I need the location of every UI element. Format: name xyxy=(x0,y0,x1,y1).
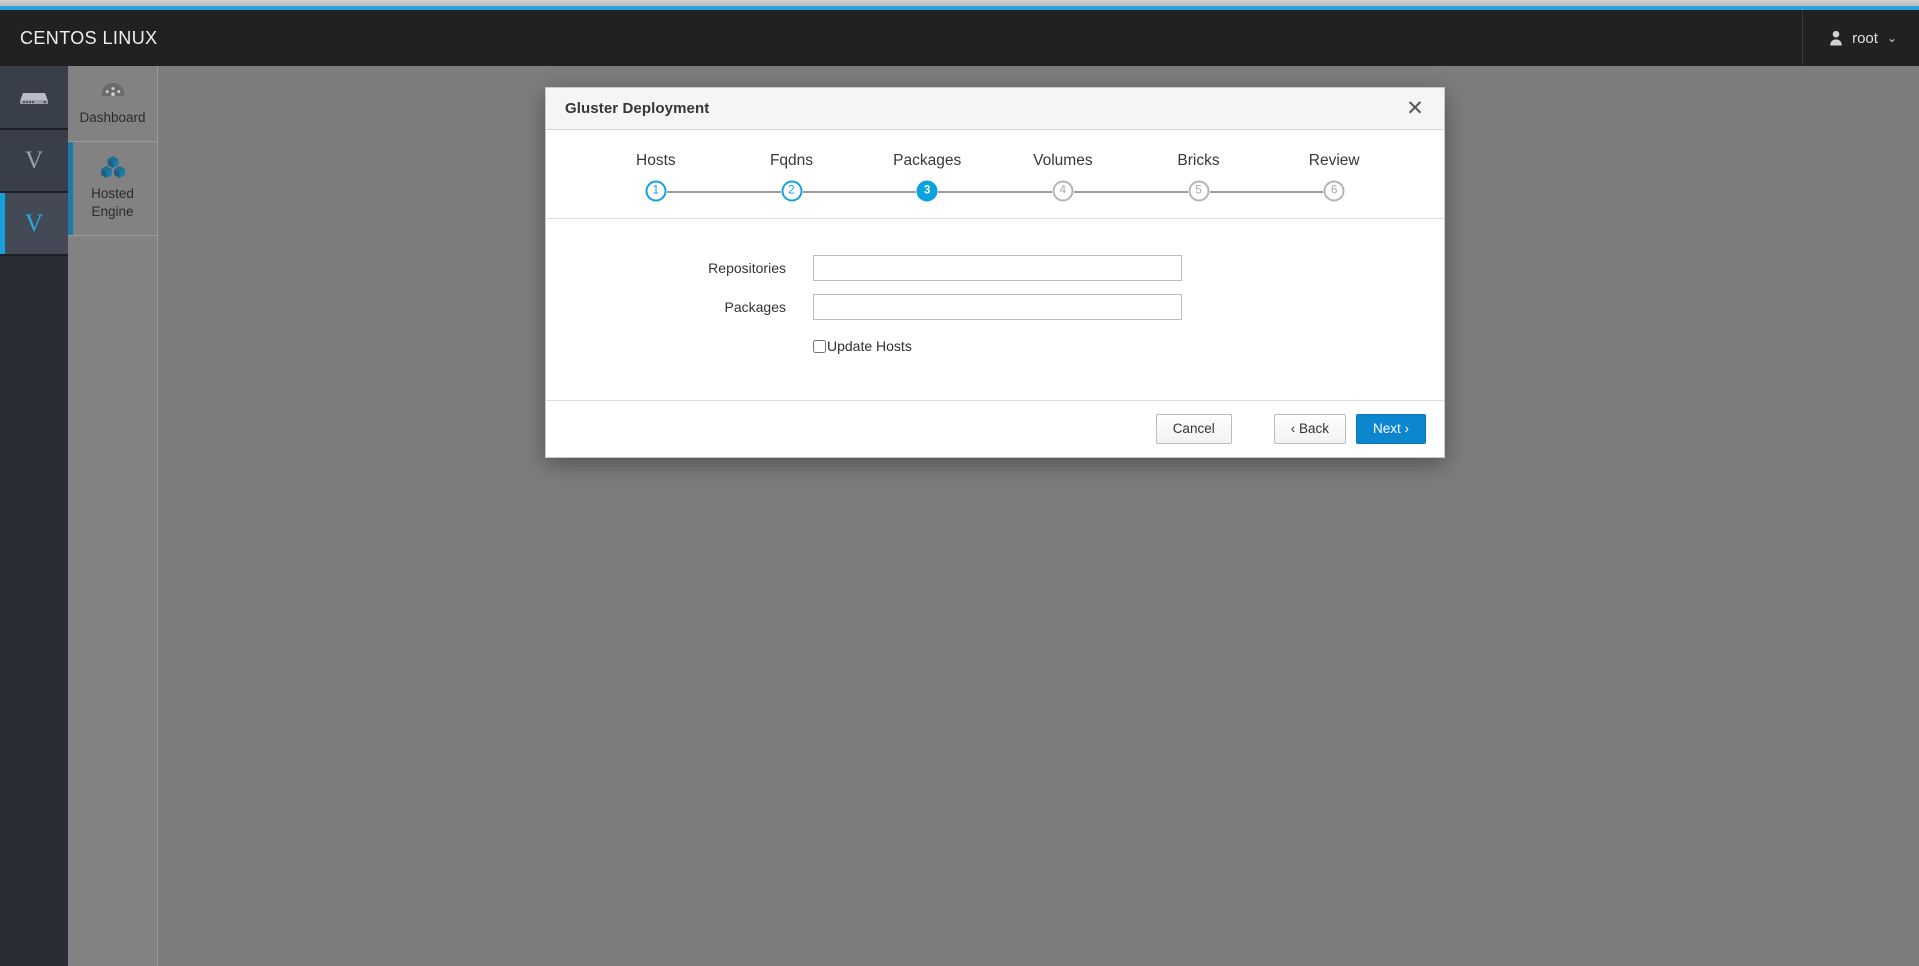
person-icon xyxy=(1829,30,1843,46)
wizard-step-volumes[interactable]: Volumes 4 xyxy=(995,152,1131,202)
wizard-step-number[interactable]: 5 xyxy=(1188,181,1209,202)
wizard-step-packages[interactable]: Packages 3 xyxy=(859,152,995,202)
step-connector-left xyxy=(995,191,1052,193)
dialog-title: Gluster Deployment xyxy=(565,100,709,117)
dialog-header: Gluster Deployment ✕ xyxy=(546,88,1444,130)
wizard-step-label: Volumes xyxy=(995,152,1131,170)
wizard-steps-track: Hosts 1 Fqdns 2 Packag xyxy=(546,152,1444,202)
repositories-row: Repositories xyxy=(546,255,1444,281)
wizard-step-bricks[interactable]: Bricks 5 xyxy=(1131,152,1267,202)
update-hosts-label[interactable]: Update Hosts xyxy=(827,338,912,354)
wizard-steps: Hosts 1 Fqdns 2 Packag xyxy=(546,130,1444,219)
step-connector-left xyxy=(1266,191,1323,193)
step-connector-left xyxy=(859,191,916,193)
chevron-down-icon: ⌄ xyxy=(1887,31,1897,45)
wizard-step-label: Bricks xyxy=(1131,152,1267,170)
wizard-step-number[interactable]: 6 xyxy=(1324,181,1345,202)
wizard-step-hosts[interactable]: Hosts 1 xyxy=(588,152,724,202)
wizard-step-review[interactable]: Review 6 xyxy=(1266,152,1402,202)
dialog-body: Repositories Packages Update Hosts xyxy=(546,219,1444,400)
user-menu[interactable]: root ⌄ xyxy=(1802,10,1919,66)
rail-item-virt[interactable]: V xyxy=(0,130,68,193)
wizard-step-label: Packages xyxy=(859,152,995,170)
secondary-nav: Dashboard Ho xyxy=(68,66,158,966)
step-connector-right xyxy=(938,191,995,193)
step-connector-right xyxy=(667,191,724,193)
dashboard-gauge-icon xyxy=(74,78,151,104)
server-icon xyxy=(19,88,49,106)
rail-item-virt-active[interactable]: V xyxy=(0,193,68,256)
sidebar-item-dashboard[interactable]: Dashboard xyxy=(68,66,157,142)
packages-label: Packages xyxy=(546,299,813,315)
sidebar-item-label: Hosted Engine xyxy=(74,185,151,221)
update-hosts-checkbox[interactable] xyxy=(813,340,826,353)
step-connector-left xyxy=(1131,191,1188,193)
sidebar-item-hosted-engine[interactable]: Hosted Engine xyxy=(68,142,157,236)
letter-v-icon: V xyxy=(25,148,43,173)
wizard-step-circle-row: 6 xyxy=(1266,180,1402,202)
back-button[interactable]: ‹ Back xyxy=(1274,414,1346,444)
step-connector-right xyxy=(1074,191,1131,193)
rail-item-server[interactable] xyxy=(0,66,68,130)
gluster-deployment-dialog: Gluster Deployment ✕ Hosts 1 Fqdns xyxy=(545,87,1445,458)
dialog-footer: Cancel ‹ Back Next › xyxy=(546,400,1444,457)
packages-input[interactable] xyxy=(813,294,1182,320)
app-root: CENTOS LINUX root ⌄ xyxy=(0,0,1919,966)
wizard-step-number[interactable]: 3 xyxy=(917,181,938,202)
wizard-step-circle-row: 5 xyxy=(1131,180,1267,202)
wizard-step-circle-row: 4 xyxy=(995,180,1131,202)
repositories-label: Repositories xyxy=(546,260,813,276)
wizard-step-number[interactable]: 1 xyxy=(645,181,666,202)
wizard-step-label: Fqdns xyxy=(724,152,860,170)
step-connector-left xyxy=(724,191,781,193)
close-icon[interactable]: ✕ xyxy=(1402,96,1428,122)
wizard-step-fqdns[interactable]: Fqdns 2 xyxy=(724,152,860,202)
left-rail: V V xyxy=(0,66,68,966)
wizard-step-label: Review xyxy=(1266,152,1402,170)
cubes-icon xyxy=(74,154,151,180)
next-button[interactable]: Next › xyxy=(1356,414,1426,444)
brand-title: CENTOS LINUX xyxy=(0,28,158,49)
wizard-step-circle-row: 2 xyxy=(724,180,860,202)
step-connector-right xyxy=(803,191,860,193)
wizard-step-label: Hosts xyxy=(588,152,724,170)
wizard-step-number[interactable]: 4 xyxy=(1052,181,1073,202)
sidebar-item-label: Dashboard xyxy=(74,109,151,127)
update-hosts-row: Update Hosts xyxy=(546,338,1444,354)
user-name-label: root xyxy=(1852,30,1878,47)
rail-filler xyxy=(0,256,68,965)
repositories-input[interactable] xyxy=(813,255,1182,281)
cancel-button[interactable]: Cancel xyxy=(1156,414,1232,444)
wizard-step-number[interactable]: 2 xyxy=(781,181,802,202)
packages-row: Packages xyxy=(546,294,1444,320)
step-connector-right xyxy=(1210,191,1267,193)
wizard-step-circle-row: 1 xyxy=(588,180,724,202)
letter-v-icon: V xyxy=(25,211,43,236)
masthead: CENTOS LINUX root ⌄ xyxy=(0,10,1919,66)
wizard-step-circle-row: 3 xyxy=(859,180,995,202)
